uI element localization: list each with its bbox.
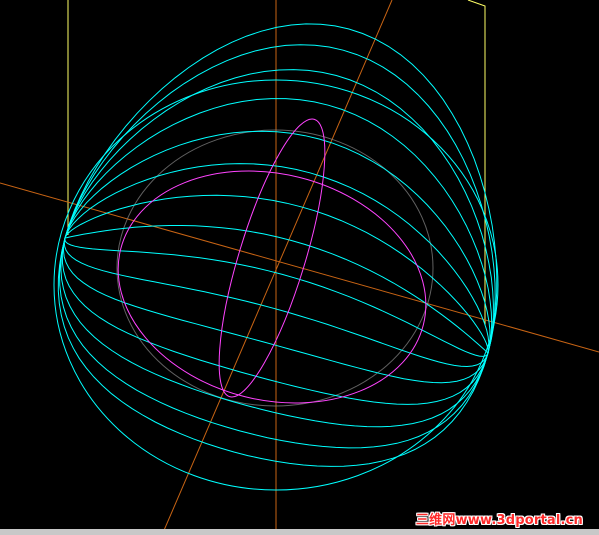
meridian-arc-14	[58, 237, 489, 449]
meridian-arc-3	[64, 69, 494, 354]
axis-lines	[0, 0, 599, 535]
cad-viewport[interactable]: 三维网www.3dportal.cn	[0, 0, 599, 535]
guide-circles	[116, 129, 434, 407]
meridian-arc-4	[64, 98, 493, 354]
frame-right-edge	[467, 0, 486, 325]
guide-circle	[116, 129, 434, 407]
viewport-bottom-strip	[0, 529, 599, 535]
wireframe-sphere-scene	[0, 0, 599, 535]
meridian-arc-6	[64, 163, 490, 354]
meridian-ellipse-vertical	[218, 118, 326, 398]
watermark-text: 三维网www.3dportal.cn	[415, 513, 583, 528]
equator-ellipse	[117, 170, 427, 404]
meridian-arc-13	[60, 237, 489, 428]
meridian-arc-1	[64, 23, 498, 354]
